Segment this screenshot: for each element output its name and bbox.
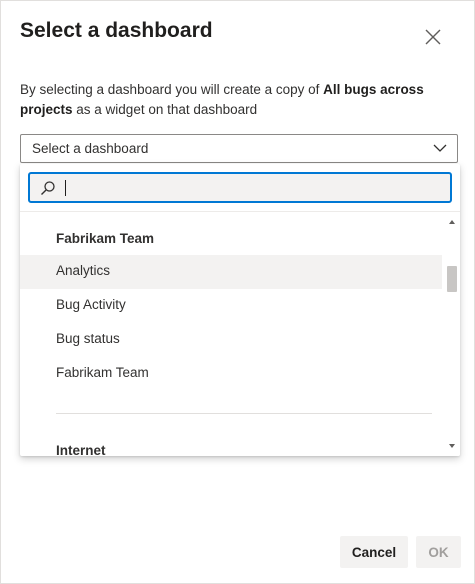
description-suffix: as a widget on that dashboard	[72, 102, 258, 117]
search-divider	[20, 211, 460, 212]
ok-button[interactable]: OK	[416, 536, 461, 568]
description-prefix: By selecting a dashboard you will create…	[20, 82, 324, 97]
group-divider	[56, 413, 432, 414]
cancel-button[interactable]: Cancel	[340, 536, 408, 568]
close-button[interactable]	[419, 23, 447, 51]
list-item-bug-status[interactable]: Bug status	[20, 323, 442, 357]
group-header-internet: Internet	[56, 443, 106, 456]
chevron-down-icon	[433, 144, 447, 152]
dashboard-dropdown: Fabrikam Team Analytics Bug Activity Bug…	[20, 164, 460, 456]
close-icon	[425, 29, 441, 45]
scroll-thumb[interactable]	[447, 266, 457, 292]
dialog-description: By selecting a dashboard you will create…	[20, 80, 450, 120]
dashboard-search-input[interactable]	[28, 172, 452, 203]
group-header-fabrikam-team: Fabrikam Team	[56, 231, 155, 246]
list-item-label: Fabrikam Team	[56, 365, 149, 380]
list-item-label: Bug Activity	[56, 297, 126, 312]
select-dashboard-dialog: Select a dashboard By selecting a dashbo…	[0, 0, 475, 584]
text-caret	[65, 180, 66, 196]
dialog-title: Select a dashboard	[20, 19, 213, 42]
list-item-label: Analytics	[56, 263, 111, 278]
dashboard-select[interactable]: Select a dashboard	[20, 134, 458, 163]
list-item-fabrikam-team[interactable]: Fabrikam Team	[20, 357, 442, 391]
dashboard-select-value: Select a dashboard	[32, 141, 149, 156]
search-icon	[41, 181, 55, 195]
list-item-analytics[interactable]: Analytics	[20, 255, 442, 289]
list-item-bug-activity[interactable]: Bug Activity	[20, 289, 442, 323]
scroll-up-icon[interactable]	[448, 218, 456, 226]
list-item-label: Bug status	[56, 331, 120, 346]
scroll-down-icon[interactable]	[448, 442, 456, 450]
list-scrollbar[interactable]	[444, 212, 460, 456]
